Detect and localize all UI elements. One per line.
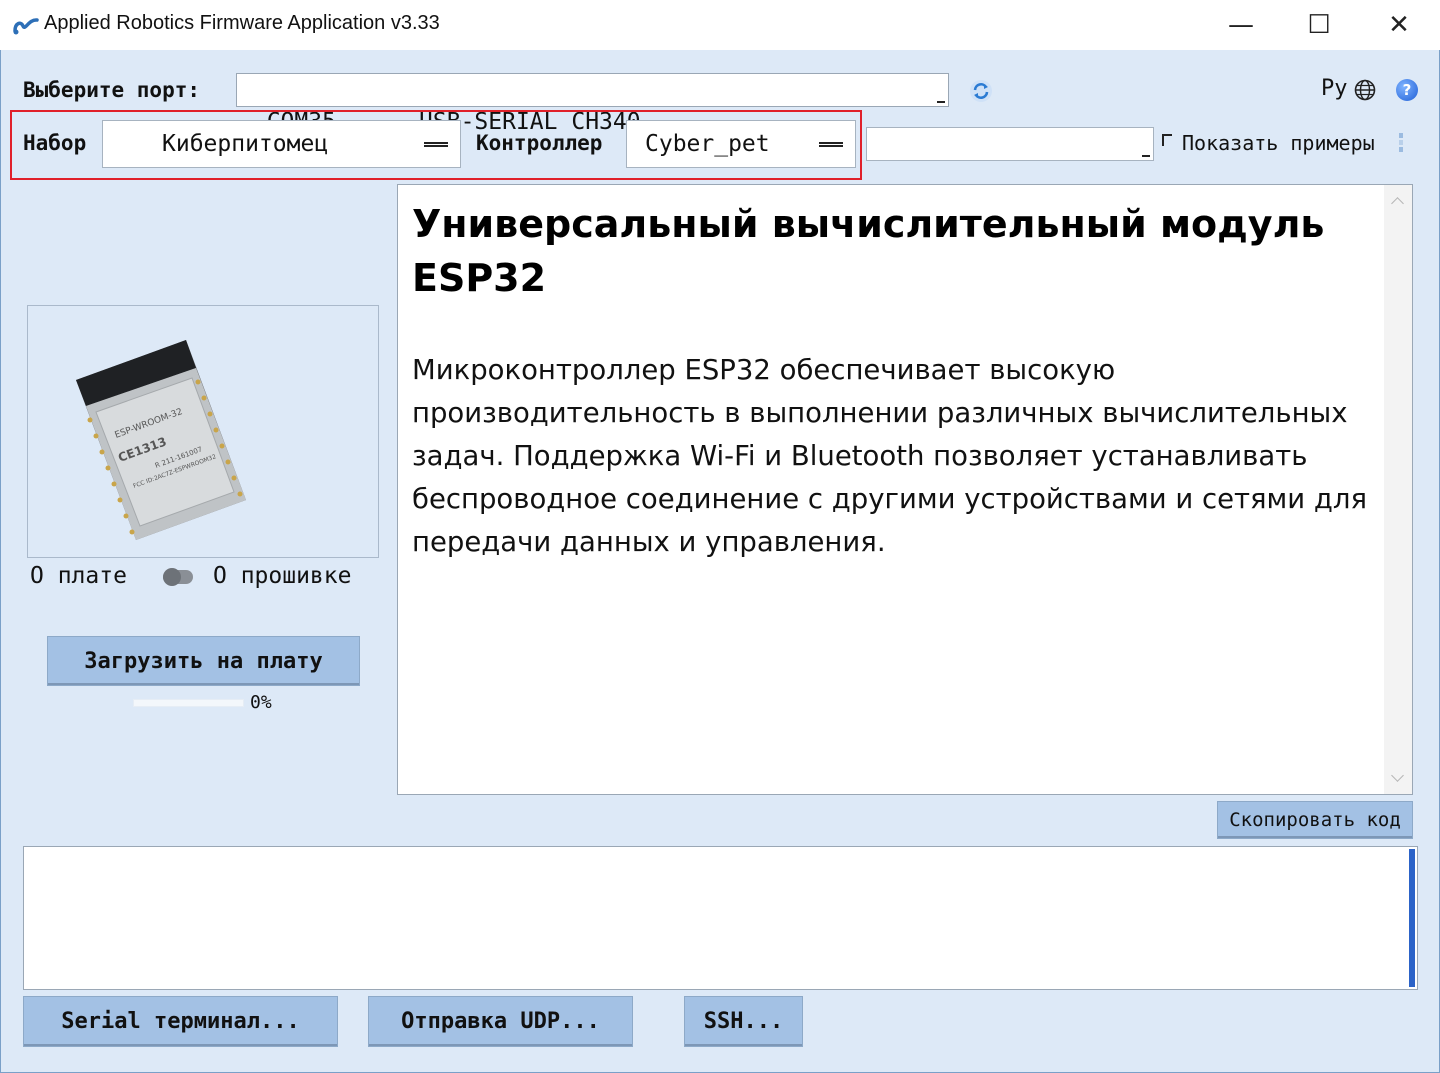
globe-icon[interactable] <box>1354 79 1376 101</box>
refresh-icon[interactable] <box>968 78 994 104</box>
console-scrollbar[interactable] <box>1409 849 1415 987</box>
dropdown-arrow-icon <box>819 142 843 147</box>
maximize-button[interactable]: ☐ <box>1280 0 1358 50</box>
minimize-button[interactable]: — <box>1202 0 1280 50</box>
controller-label: Контроллер <box>476 131 603 155</box>
port-select[interactable]: COM35 USB-SERIAL CH340 <box>236 73 949 135</box>
esp32-module-image: ESP-WROOM-32 CE1313 R 211-161007 FCC ID:… <box>76 340 246 540</box>
controller-select[interactable]: Cyber_pet <box>626 120 856 168</box>
description-body: Микроконтроллер ESP32 обеспечивает высок… <box>412 354 1368 558</box>
send-udp-button[interactable]: Отправка UDP... <box>368 996 633 1047</box>
serial-terminal-button[interactable]: Serial терминал... <box>23 996 338 1047</box>
language-label[interactable]: Ру <box>1321 76 1348 101</box>
progress-text: 0% <box>250 692 272 713</box>
kit-label: Набор <box>23 131 87 155</box>
window-title: Applied Robotics Firmware Application v3… <box>44 12 440 34</box>
board-image-panel: ESP-WROOM-32 CE1313 R 211-161007 FCC ID:… <box>27 305 379 558</box>
help-icon[interactable]: ? <box>1396 79 1418 101</box>
controller-value: Cyber_pet <box>645 131 770 157</box>
spinner-icon <box>1399 133 1403 152</box>
close-button[interactable]: ✕ <box>1360 0 1438 50</box>
ssh-button[interactable]: SSH... <box>684 996 803 1047</box>
description-scrollbar[interactable] <box>1384 185 1412 794</box>
description-title: Универсальный вычислительный модуль ESP3… <box>412 202 1325 300</box>
chevron-down-icon <box>1142 151 1150 157</box>
kit-value: Киберпитомец <box>162 131 329 157</box>
description-panel: Универсальный вычислительный модуль ESP3… <box>397 184 1413 795</box>
upload-button[interactable]: Загрузить на плату <box>47 636 360 686</box>
app-logo-icon <box>13 18 39 35</box>
scroll-up-icon[interactable] <box>1391 197 1404 210</box>
chevron-down-icon <box>937 97 945 103</box>
dropdown-arrow-icon <box>424 142 448 147</box>
show-examples-label[interactable]: Показать примеры <box>1182 131 1375 155</box>
search-input[interactable] <box>866 127 1154 161</box>
progress-bar <box>133 699 244 707</box>
console-output[interactable] <box>23 846 1418 990</box>
about-board-label[interactable]: О плате <box>30 563 127 589</box>
scroll-down-icon[interactable] <box>1391 769 1404 782</box>
about-toggle-knob[interactable] <box>163 568 181 586</box>
copy-code-button[interactable]: Скопировать код <box>1217 801 1413 839</box>
kit-select[interactable]: Киберпитомец <box>102 120 461 168</box>
show-examples-checkbox[interactable] <box>1162 134 1172 146</box>
about-firmware-label[interactable]: О прошивке <box>213 563 351 589</box>
port-label: Выберите порт: <box>23 78 201 102</box>
